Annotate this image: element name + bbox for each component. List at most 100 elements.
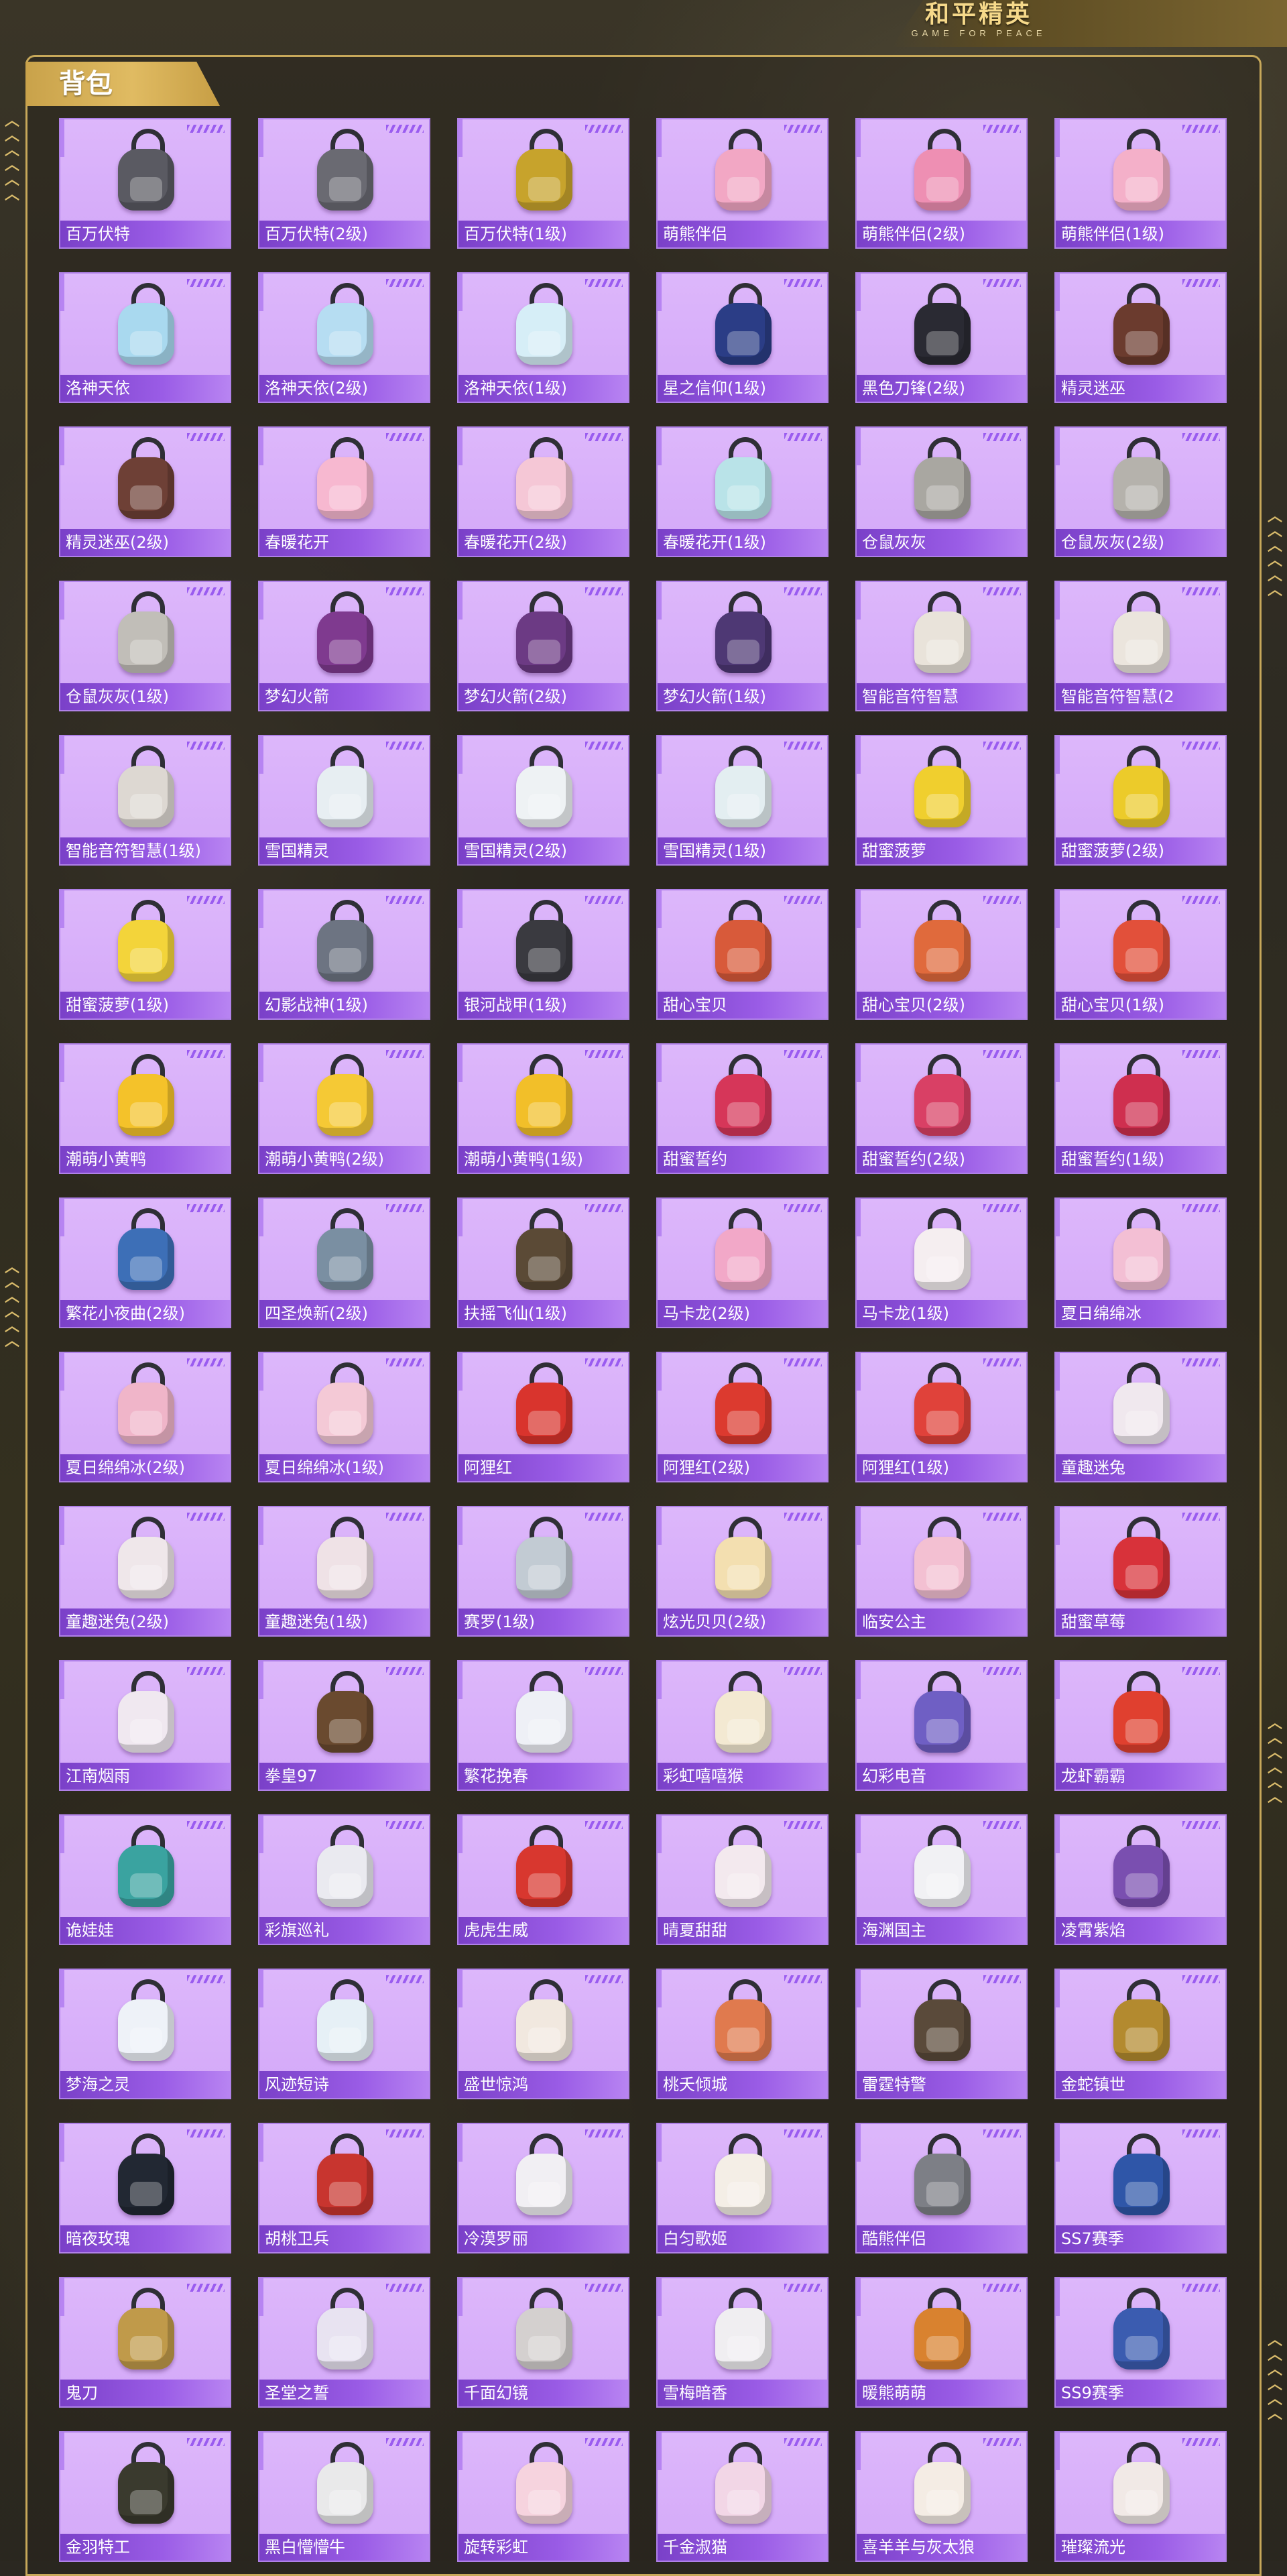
backpack-card[interactable]: 千金淑猫	[656, 2431, 829, 2562]
backpack-card[interactable]: 童趣迷兔(1级)	[258, 1506, 430, 1637]
item-name-label: 海渊国主	[857, 1917, 1026, 1944]
backpack-card[interactable]: 甜心宝贝(1级)	[1054, 889, 1227, 1020]
backpack-card[interactable]: 扶摇飞仙(1级)	[457, 1197, 629, 1328]
backpack-card[interactable]: 智能音符智慧	[855, 581, 1028, 711]
backpack-card[interactable]: 胡桃卫兵	[258, 2123, 430, 2253]
backpack-card[interactable]: 甜心宝贝	[656, 889, 829, 1020]
backpack-card[interactable]: 风迹短诗	[258, 1969, 430, 2099]
backpack-card[interactable]: 萌熊伴侣(1级)	[1054, 118, 1227, 249]
backpack-card[interactable]: 仓鼠灰灰(2级)	[1054, 426, 1227, 557]
backpack-card[interactable]: 阿狸红(2级)	[656, 1352, 829, 1482]
backpack-card[interactable]: 萌熊伴侣	[656, 118, 829, 249]
backpack-card[interactable]: 春暖花开	[258, 426, 430, 557]
backpack-card[interactable]: 四圣焕新(2级)	[258, 1197, 430, 1328]
backpack-card[interactable]: 智能音符智慧(1级)	[59, 735, 231, 866]
backpack-card[interactable]: 百万伏特	[59, 118, 231, 249]
backpack-card[interactable]: 幻影战神(1级)	[258, 889, 430, 1020]
backpack-card[interactable]: 童趣迷兔(2级)	[59, 1506, 231, 1637]
backpack-card[interactable]: 雪国精灵	[258, 735, 430, 866]
backpack-card[interactable]: 梦幻火箭	[258, 581, 430, 711]
backpack-card[interactable]: 盛世惊鸿	[457, 1969, 629, 2099]
backpack-card[interactable]: 洛神天依(1级)	[457, 272, 629, 403]
backpack-card[interactable]: 桃夭倾城	[656, 1969, 829, 2099]
backpack-card[interactable]: 喜羊羊与灰太狼	[855, 2431, 1028, 2562]
backpack-card[interactable]: 潮萌小黄鸭	[59, 1043, 231, 1174]
backpack-card[interactable]: 仓鼠灰灰(1级)	[59, 581, 231, 711]
backpack-card[interactable]: 甜蜜菠萝(2级)	[1054, 735, 1227, 866]
backpack-card[interactable]: 彩旗巡礼	[258, 1814, 430, 1945]
backpack-card[interactable]: 璀璨流光	[1054, 2431, 1227, 2562]
backpack-card[interactable]: 阿狸红(1级)	[855, 1352, 1028, 1482]
backpack-card[interactable]: 甜蜜誓约(2级)	[855, 1043, 1028, 1174]
backpack-card[interactable]: 暗夜玫瑰	[59, 2123, 231, 2253]
backpack-card[interactable]: 金蛇镇世	[1054, 1969, 1227, 2099]
backpack-card[interactable]: 星之信仰(1级)	[656, 272, 829, 403]
backpack-card[interactable]: 龙虾霸霸	[1054, 1660, 1227, 1791]
backpack-card[interactable]: 千面幻镜	[457, 2277, 629, 2408]
backpack-card[interactable]: 马卡龙(2级)	[656, 1197, 829, 1328]
backpack-card[interactable]: 酷熊伴侣	[855, 2123, 1028, 2253]
backpack-card[interactable]: 金羽特工	[59, 2431, 231, 2562]
backpack-card[interactable]: 雪国精灵(1级)	[656, 735, 829, 866]
backpack-card[interactable]: 甜蜜誓约	[656, 1043, 829, 1174]
backpack-card[interactable]: SS7赛季	[1054, 2123, 1227, 2253]
backpack-card[interactable]: 甜蜜菠萝	[855, 735, 1028, 866]
backpack-card[interactable]: 春暖花开(2级)	[457, 426, 629, 557]
backpack-card[interactable]: 夏日绵绵冰	[1054, 1197, 1227, 1328]
backpack-card[interactable]: 精灵迷巫(2级)	[59, 426, 231, 557]
backpack-card[interactable]: 甜心宝贝(2级)	[855, 889, 1028, 1020]
section-tab-backpack[interactable]: 背包	[25, 62, 220, 106]
backpack-card[interactable]: 炫光贝贝(2级)	[656, 1506, 829, 1637]
backpack-card[interactable]: 百万伏特(1级)	[457, 118, 629, 249]
backpack-card[interactable]: 洛神天依(2级)	[258, 272, 430, 403]
backpack-card[interactable]: 萌熊伴侣(2级)	[855, 118, 1028, 249]
backpack-card[interactable]: 马卡龙(1级)	[855, 1197, 1028, 1328]
backpack-card[interactable]: 繁花小夜曲(2级)	[59, 1197, 231, 1328]
backpack-card[interactable]: 凌霄紫焰	[1054, 1814, 1227, 1945]
backpack-card[interactable]: 圣堂之誓	[258, 2277, 430, 2408]
backpack-card[interactable]: 梦幻火箭(1级)	[656, 581, 829, 711]
backpack-card[interactable]: 仓鼠灰灰	[855, 426, 1028, 557]
backpack-card[interactable]: 拳皇97	[258, 1660, 430, 1791]
backpack-card[interactable]: 夏日绵绵冰(2级)	[59, 1352, 231, 1482]
backpack-card[interactable]: 雪梅暗香	[656, 2277, 829, 2408]
backpack-card[interactable]: 鬼刀	[59, 2277, 231, 2408]
backpack-card[interactable]: 智能音符智慧(2	[1054, 581, 1227, 711]
backpack-card[interactable]: 晴夏甜甜	[656, 1814, 829, 1945]
backpack-card[interactable]: 夏日绵绵冰(1级)	[258, 1352, 430, 1482]
backpack-card[interactable]: 梦海之灵	[59, 1969, 231, 2099]
backpack-card[interactable]: 赛罗(1级)	[457, 1506, 629, 1637]
backpack-card[interactable]: 旋转彩虹	[457, 2431, 629, 2562]
backpack-card[interactable]: 诡娃娃	[59, 1814, 231, 1945]
backpack-card[interactable]: 洛神天依	[59, 272, 231, 403]
backpack-card[interactable]: 虎虎生威	[457, 1814, 629, 1945]
backpack-card[interactable]: 甜蜜誓约(1级)	[1054, 1043, 1227, 1174]
item-name-label: 金蛇镇世	[1056, 2071, 1225, 2098]
backpack-card[interactable]: 雪国精灵(2级)	[457, 735, 629, 866]
backpack-card[interactable]: 黑色刀锋(2级)	[855, 272, 1028, 403]
backpack-card[interactable]: 临安公主	[855, 1506, 1028, 1637]
backpack-card[interactable]: 潮萌小黄鸭(2级)	[258, 1043, 430, 1174]
backpack-card[interactable]: 童趣迷兔	[1054, 1352, 1227, 1482]
backpack-card[interactable]: 黑白懵懵牛	[258, 2431, 430, 2562]
backpack-card[interactable]: 暖熊萌萌	[855, 2277, 1028, 2408]
backpack-card[interactable]: 潮萌小黄鸭(1级)	[457, 1043, 629, 1174]
backpack-card[interactable]: 繁花挽春	[457, 1660, 629, 1791]
backpack-card[interactable]: 海渊国主	[855, 1814, 1028, 1945]
backpack-card[interactable]: 江南烟雨	[59, 1660, 231, 1791]
backpack-card[interactable]: 冷漠罗丽	[457, 2123, 629, 2253]
backpack-card[interactable]: 彩虹嘻嘻猴	[656, 1660, 829, 1791]
backpack-card[interactable]: 白匀歌姬	[656, 2123, 829, 2253]
backpack-card[interactable]: 雷霆特警	[855, 1969, 1028, 2099]
backpack-card[interactable]: 幻彩电音	[855, 1660, 1028, 1791]
backpack-card[interactable]: 银河战甲(1级)	[457, 889, 629, 1020]
backpack-card[interactable]: 精灵迷巫	[1054, 272, 1227, 403]
backpack-card[interactable]: 梦幻火箭(2级)	[457, 581, 629, 711]
backpack-card[interactable]: 百万伏特(2级)	[258, 118, 430, 249]
backpack-card[interactable]: 甜蜜草莓	[1054, 1506, 1227, 1637]
backpack-card[interactable]: SS9赛季	[1054, 2277, 1227, 2408]
backpack-pocket	[926, 177, 959, 201]
backpack-card[interactable]: 阿狸红	[457, 1352, 629, 1482]
backpack-card[interactable]: 春暖花开(1级)	[656, 426, 829, 557]
backpack-card[interactable]: 甜蜜菠萝(1级)	[59, 889, 231, 1020]
